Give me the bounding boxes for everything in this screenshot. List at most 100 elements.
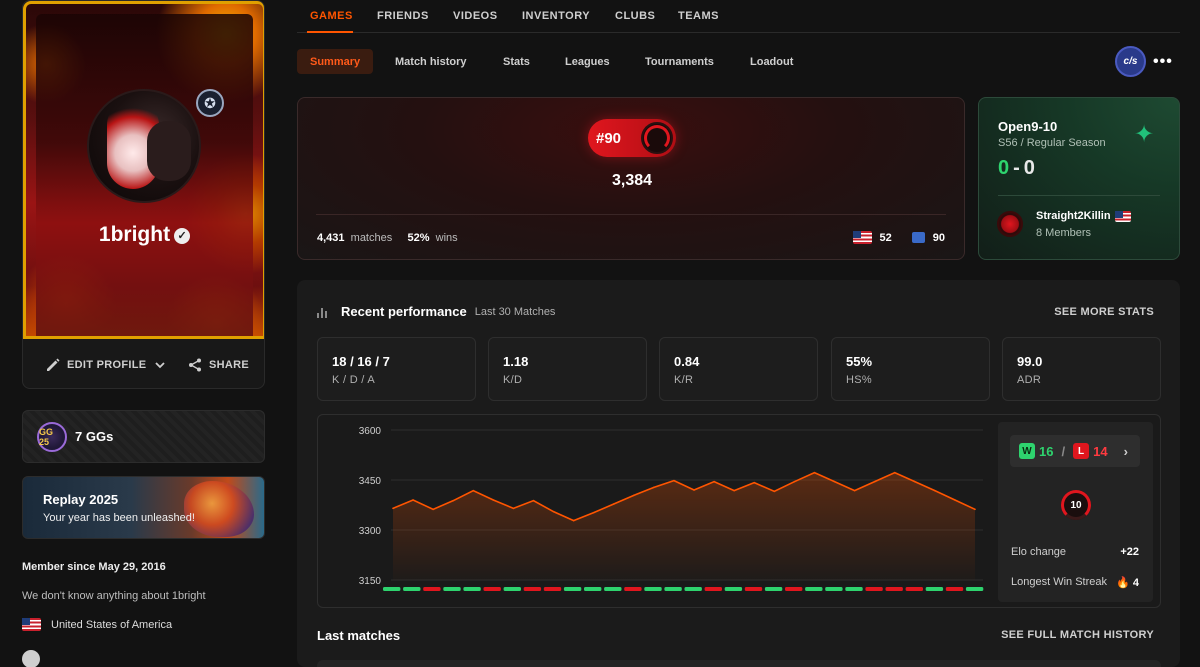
- chevron-down-icon: [155, 362, 166, 369]
- chevron-right-icon: ›: [1123, 443, 1128, 459]
- nav-clubs[interactable]: CLUBS: [615, 10, 655, 22]
- stat-value: 1.18: [503, 354, 529, 369]
- profile-actions: EDIT PROFILE SHARE: [23, 346, 264, 384]
- tab-tournaments[interactable]: Tournaments: [632, 49, 727, 74]
- result-bar-win: [463, 587, 481, 591]
- divider: [316, 214, 946, 215]
- us-flag-icon: [852, 231, 872, 244]
- performance-panel: Recent performance Last 30 Matches SEE M…: [297, 280, 1180, 667]
- elo-point: [472, 489, 475, 492]
- win-streak-number: 4: [1132, 577, 1139, 589]
- tab-stats[interactable]: Stats: [490, 49, 543, 74]
- losses-count: 14: [1093, 443, 1108, 459]
- about-text: We don't know anything about 1bright: [22, 590, 206, 602]
- country-name: United States of America: [51, 618, 173, 631]
- regional-ranks: 52 90: [852, 231, 945, 244]
- avatar[interactable]: [87, 89, 201, 203]
- level-gauge-icon: 10: [1061, 490, 1091, 520]
- ggs-card[interactable]: GG 25 7 GGs: [22, 410, 265, 463]
- game-logo-icon[interactable]: c/s: [1115, 46, 1146, 77]
- elo-value: 3,384: [611, 172, 653, 189]
- elo-point: [452, 499, 455, 502]
- result-bar-loss: [785, 587, 803, 591]
- result-bar-win: [724, 587, 743, 591]
- result-bar-win: [664, 587, 682, 591]
- replay-title: Replay 2025: [43, 492, 119, 507]
- elo-point: [693, 489, 695, 491]
- stat-value: 55%: [846, 354, 873, 369]
- result-bar-loss: [744, 587, 763, 591]
- league-card[interactable]: Open9-10 S56 / Regular Season ✦ 0-0 Stra…: [978, 97, 1180, 260]
- elo-point: [753, 481, 756, 484]
- steam-icon[interactable]: [22, 650, 40, 667]
- nav-friends[interactable]: FRIENDS: [377, 10, 429, 22]
- result-bar-win: [383, 587, 401, 591]
- fire-icon: 🔥: [1116, 577, 1130, 589]
- elo-change-label: Elo change: [1011, 546, 1067, 558]
- elo-point: [532, 499, 535, 502]
- tab-leagues[interactable]: Leagues: [552, 49, 623, 74]
- tab-summary[interactable]: Summary: [297, 49, 374, 74]
- elo-stats: 4,431 matches 52% wins: [317, 232, 458, 244]
- y-tick-label: 3450: [359, 476, 382, 487]
- nav-videos[interactable]: VIDEOS: [453, 10, 498, 22]
- elo-point: [633, 494, 635, 497]
- level-badge-icon: ✪: [196, 89, 224, 117]
- matches-label: matches: [350, 232, 393, 244]
- replay-card[interactable]: Replay 2025 Your year has been unleashed…: [22, 476, 265, 539]
- pencil-icon: [47, 358, 60, 371]
- result-bar-win: [584, 587, 602, 591]
- elo-point: [713, 480, 715, 483]
- elo-point: [813, 471, 816, 474]
- elo-point: [673, 479, 675, 482]
- member-since: Member since May 29, 2016: [22, 561, 166, 573]
- profile-card: ✪ 1bright ✓ EDIT PROFILE SHARE: [22, 0, 265, 389]
- elo-point: [392, 507, 394, 510]
- see-more-stats-link[interactable]: SEE MORE STATS: [1054, 306, 1154, 318]
- elo-point: [733, 489, 735, 492]
- league-star-icon: ✦: [1134, 121, 1155, 148]
- league-score: 0-0: [998, 157, 1035, 180]
- win-loss-button[interactable]: W 16 / L 14 ›: [1010, 435, 1140, 467]
- team-name[interactable]: Straight2Killin: [1036, 210, 1131, 222]
- share-label: SHARE: [209, 359, 250, 371]
- tab-loadout[interactable]: Loadout: [737, 49, 806, 74]
- nav-active-underline: [307, 31, 353, 33]
- result-bar-win: [443, 587, 461, 591]
- region-rank: 90: [932, 231, 945, 244]
- nav-inventory[interactable]: INVENTORY: [522, 10, 590, 22]
- us-flag-icon: [22, 618, 41, 631]
- result-bar-loss: [543, 587, 562, 591]
- stat-label: HS%: [846, 374, 872, 386]
- tab-match-history[interactable]: Match history: [382, 49, 480, 74]
- nav-games[interactable]: GAMES: [310, 10, 353, 22]
- divider: [998, 195, 1160, 196]
- elo-graph: 3600 3450 3300 3150 W 16 / L 14 › 10 Elo ch…: [317, 414, 1161, 608]
- elo-chart-svg: 3600 3450 3300 3150: [359, 426, 984, 591]
- slash: /: [1061, 443, 1066, 459]
- see-full-history-link[interactable]: SEE FULL MATCH HISTORY: [1001, 629, 1154, 641]
- league-losses: 0: [1023, 157, 1035, 179]
- result-bar-loss: [885, 587, 903, 591]
- loss-badge: L: [1073, 443, 1090, 459]
- elo-point: [552, 510, 555, 513]
- performance-subtitle: Last 30 Matches: [474, 305, 556, 318]
- elo-point: [893, 471, 896, 474]
- stat-kd: 1.18 K/D: [488, 337, 647, 401]
- elo-point: [913, 480, 916, 483]
- result-bar-win: [965, 587, 984, 591]
- username-text: 1bright: [98, 223, 171, 246]
- result-bar-loss: [624, 587, 642, 591]
- y-tick-label: 3150: [359, 576, 382, 587]
- bar-chart-icon: [317, 306, 329, 318]
- result-bar-loss: [865, 587, 883, 591]
- stat-label: K/D: [503, 374, 523, 386]
- last-matches-title: Last matches: [317, 628, 401, 643]
- elo-card: #90 3,384 4,431 matches 52% wins 52 90: [297, 97, 965, 260]
- nav-teams[interactable]: TEAMS: [678, 10, 719, 22]
- share-button[interactable]: SHARE: [187, 357, 249, 373]
- edit-profile-button[interactable]: EDIT PROFILE: [45, 357, 168, 373]
- gg-badge-icon: GG 25: [37, 421, 67, 452]
- result-bar-loss: [523, 587, 542, 591]
- more-options-button[interactable]: •••: [1153, 53, 1173, 71]
